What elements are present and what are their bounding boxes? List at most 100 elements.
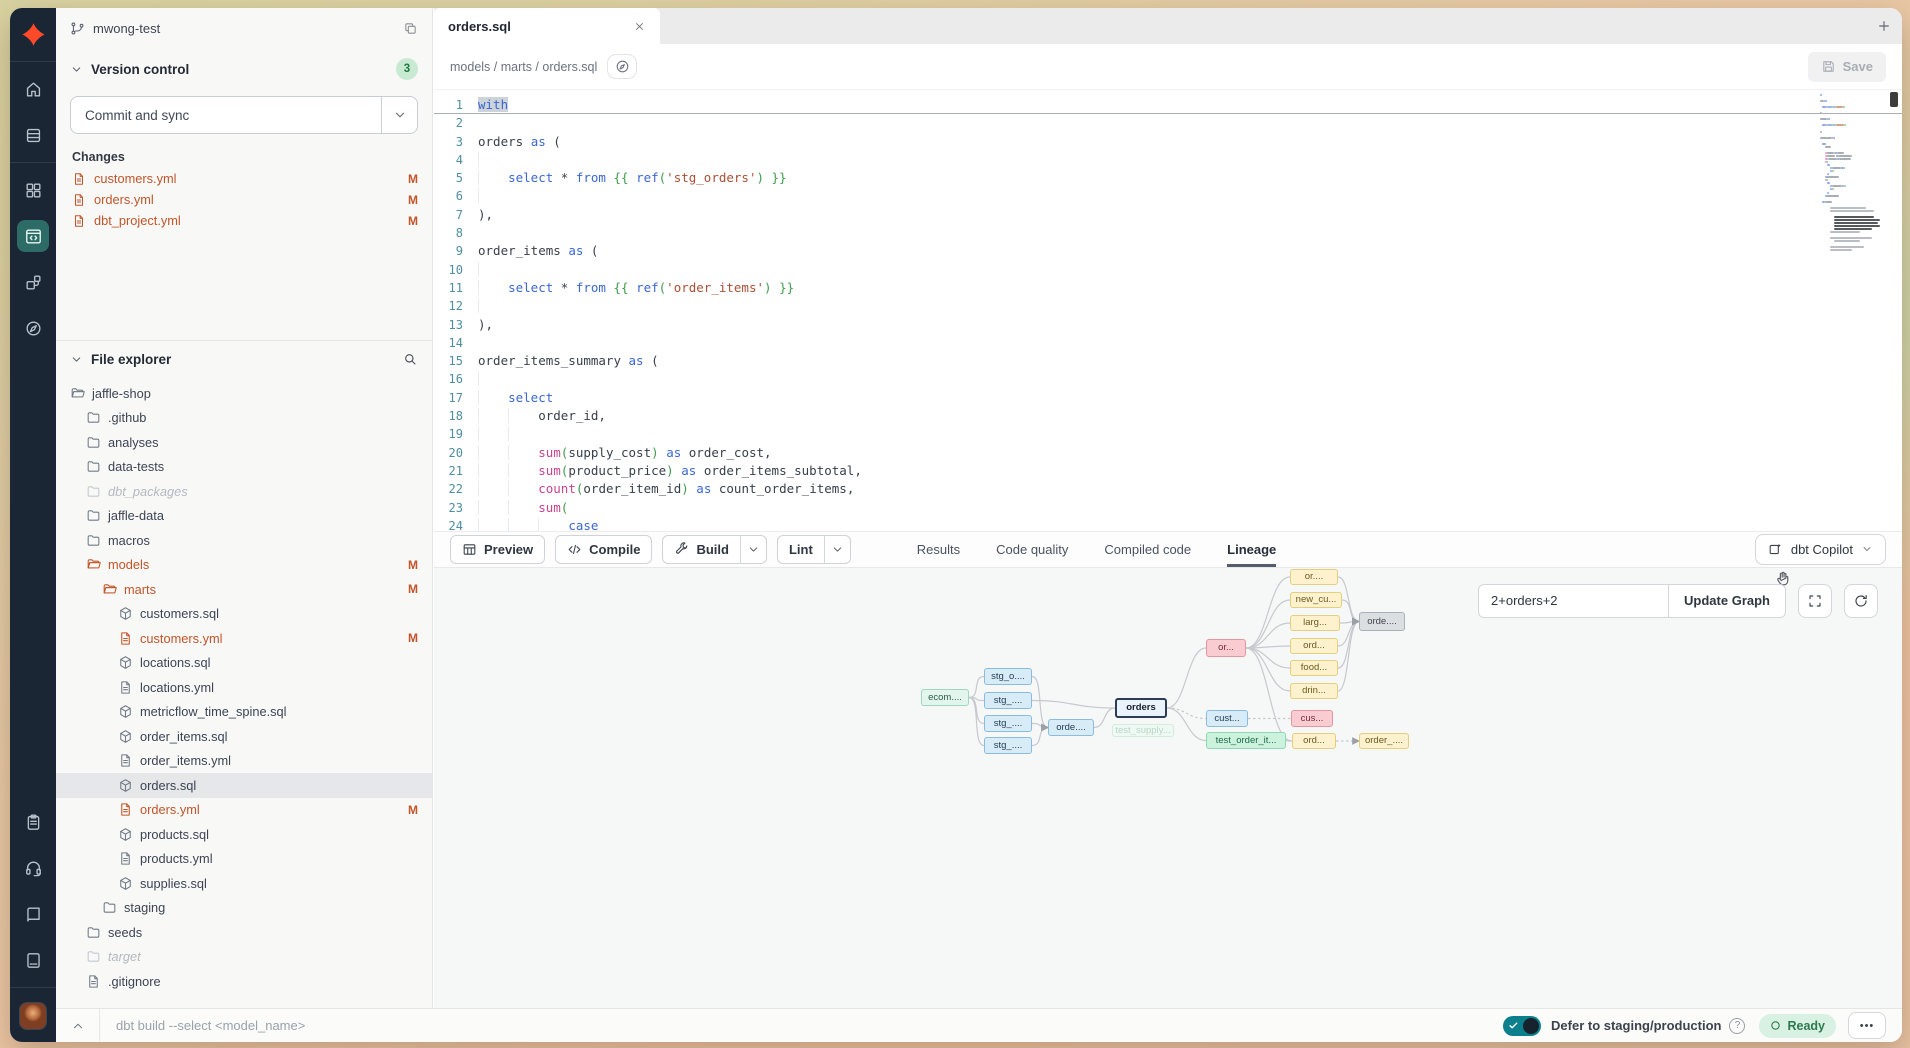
lineage-node-ecom[interactable]: ecom.... (921, 689, 969, 706)
search-icon[interactable] (402, 351, 418, 367)
open-in-explorer-button[interactable] (607, 54, 637, 79)
lineage-node-y2[interactable]: new_cu... (1290, 592, 1342, 608)
dbt-command-input[interactable]: dbt build --select <model_name> (100, 1018, 305, 1033)
tree-item-products-sql[interactable]: products.sql (56, 822, 432, 847)
rail-clipboard-button[interactable] (17, 806, 49, 838)
rail-book-button[interactable] (17, 898, 49, 930)
lineage-node-y6[interactable]: drin... (1290, 683, 1338, 699)
fullscreen-button[interactable] (1798, 584, 1832, 618)
tree-item-models[interactable]: modelsM (56, 553, 432, 578)
save-button[interactable]: Save (1808, 52, 1886, 82)
close-icon[interactable] (633, 20, 646, 33)
tree-item-customers-yml[interactable]: customers.ymlM (56, 626, 432, 651)
tab-orders-sql[interactable]: orders.sql (434, 8, 660, 44)
lineage-node-orders[interactable]: orders (1115, 698, 1167, 718)
tree-item-data-tests[interactable]: data-tests (56, 455, 432, 480)
tree-item-locations-sql[interactable]: locations.sql (56, 651, 432, 676)
code-line-20[interactable]: 20 sum(supply_cost) as order_cost, (434, 444, 1902, 462)
code-line-3[interactable]: 3orders as ( (434, 133, 1902, 151)
code-line-2[interactable]: 2 (434, 114, 1902, 132)
code-line-18[interactable]: 18 order_id, (434, 407, 1902, 425)
help-icon[interactable]: ? (1729, 1018, 1745, 1034)
tree-item-dbt-packages[interactable]: dbt_packages (56, 479, 432, 504)
code-line-19[interactable]: 19 (434, 425, 1902, 443)
lineage-node-orp[interactable]: or... (1206, 639, 1246, 657)
code-line-16[interactable]: 16 (434, 370, 1902, 388)
tree-item-target[interactable]: target (56, 945, 432, 970)
code-line-7[interactable]: 7), (434, 206, 1902, 224)
tree-item-jaffle-shop[interactable]: jaffle-shop (56, 381, 432, 406)
lineage-node-y1[interactable]: or.... (1290, 569, 1338, 585)
tree-item-metricflow-time-spine-sql[interactable]: metricflow_time_spine.sql (56, 700, 432, 725)
lineage-node-stg1[interactable]: stg_o.... (984, 668, 1032, 685)
lineage-node-stg4[interactable]: stg_.... (984, 737, 1032, 754)
tab-compiled-code[interactable]: Compiled code (1104, 532, 1191, 567)
lineage-node-stg3[interactable]: stg_.... (984, 715, 1032, 732)
tab-code-quality[interactable]: Code quality (996, 532, 1068, 567)
code-line-11[interactable]: 11 select * from {{ ref('order_items') }… (434, 279, 1902, 297)
lineage-selector-input[interactable] (1478, 584, 1668, 618)
expand-command-bar-button[interactable] (56, 1009, 100, 1042)
rail-home-button[interactable] (17, 73, 49, 105)
preview-button[interactable]: Preview (450, 535, 545, 564)
editor-scrollbar[interactable] (1889, 90, 1898, 531)
tab-results[interactable]: Results (917, 532, 960, 567)
tree-item-orders-yml[interactable]: orders.ymlM (56, 798, 432, 823)
code-line-15[interactable]: 15order_items_summary as ( (434, 352, 1902, 370)
defer-toggle[interactable] (1503, 1016, 1541, 1036)
lint-options-dropdown[interactable] (824, 536, 850, 563)
lineage-node-orde1[interactable]: orde.... (1048, 719, 1094, 736)
code-line-9[interactable]: 9order_items as ( (434, 242, 1902, 260)
lineage-node-tsupp[interactable]: test_supply... (1112, 724, 1174, 737)
commit-and-sync-button[interactable]: Commit and sync (70, 96, 418, 134)
chevron-down-icon[interactable] (70, 63, 83, 76)
lineage-node-cusp[interactable]: cus... (1291, 710, 1333, 727)
code-editor[interactable]: 1with23orders as (4 5 select * from {{ r… (434, 90, 1902, 531)
code-line-24[interactable]: 24 case (434, 517, 1902, 531)
lineage-node-y3[interactable]: larg... (1290, 615, 1340, 631)
tree-item-analyses[interactable]: analyses (56, 430, 432, 455)
new-tab-button[interactable] (1866, 8, 1902, 44)
tree-item-order-items-sql[interactable]: order_items.sql (56, 724, 432, 749)
code-line-23[interactable]: 23 sum( (434, 499, 1902, 517)
tree-item-seeds[interactable]: seeds (56, 920, 432, 945)
code-line-14[interactable]: 14 (434, 334, 1902, 352)
tab-lineage[interactable]: Lineage (1227, 532, 1276, 567)
lineage-node-ordy[interactable]: ord... (1292, 733, 1336, 749)
tree-item-products-yml[interactable]: products.yml (56, 847, 432, 872)
tree-item-supplies-sql[interactable]: supplies.sql (56, 871, 432, 896)
tree-item-jaffle-data[interactable]: jaffle-data (56, 504, 432, 529)
code-line-21[interactable]: 21 sum(product_price) as order_items_sub… (434, 462, 1902, 480)
lineage-node-testo[interactable]: test_order_it... (1206, 732, 1286, 749)
code-line-1[interactable]: 1with (434, 96, 1902, 114)
dbt-copilot-button[interactable]: dbt Copilot (1755, 534, 1886, 565)
code-line-4[interactable]: 4 (434, 151, 1902, 169)
lineage-node-gray1[interactable]: orde.... (1359, 612, 1405, 631)
update-graph-button[interactable]: Update Graph (1668, 584, 1786, 618)
code-line-13[interactable]: 13), (434, 316, 1902, 334)
lineage-node-cust[interactable]: cust... (1206, 710, 1248, 727)
copy-icon[interactable] (403, 21, 418, 36)
rail-headset-button[interactable] (17, 852, 49, 884)
rail-orbit-button[interactable] (17, 312, 49, 344)
build-options-dropdown[interactable] (740, 536, 766, 563)
rail-terminal-button[interactable] (17, 944, 49, 976)
tree-item--gitignore[interactable]: .gitignore (56, 969, 432, 994)
rail-dbt-logo[interactable] (17, 18, 49, 50)
tree-item-locations-yml[interactable]: locations.yml (56, 675, 432, 700)
rail-grid-button[interactable] (17, 174, 49, 206)
tree-item-order-items-yml[interactable]: order_items.yml (56, 749, 432, 774)
compile-button[interactable]: Compile (555, 535, 652, 564)
editor-minimap[interactable] (1820, 94, 1882, 252)
tree-item-macros[interactable]: macros (56, 528, 432, 553)
code-line-5[interactable]: 5 select * from {{ ref('stg_orders') }} (434, 169, 1902, 187)
tree-item--github[interactable]: .github (56, 406, 432, 431)
code-line-10[interactable]: 10 (434, 261, 1902, 279)
rail-share-button[interactable] (17, 266, 49, 298)
tree-item-staging[interactable]: staging (56, 896, 432, 921)
lineage-node-y4[interactable]: ord... (1290, 638, 1338, 654)
code-line-22[interactable]: 22 count(order_item_id) as count_order_i… (434, 480, 1902, 498)
tree-item-customers-sql[interactable]: customers.sql (56, 602, 432, 627)
lineage-panel[interactable]: Update Graph ecom....stg_o....stg_....st… (434, 568, 1902, 1009)
changed-file[interactable]: customers.ymlM (56, 168, 432, 189)
